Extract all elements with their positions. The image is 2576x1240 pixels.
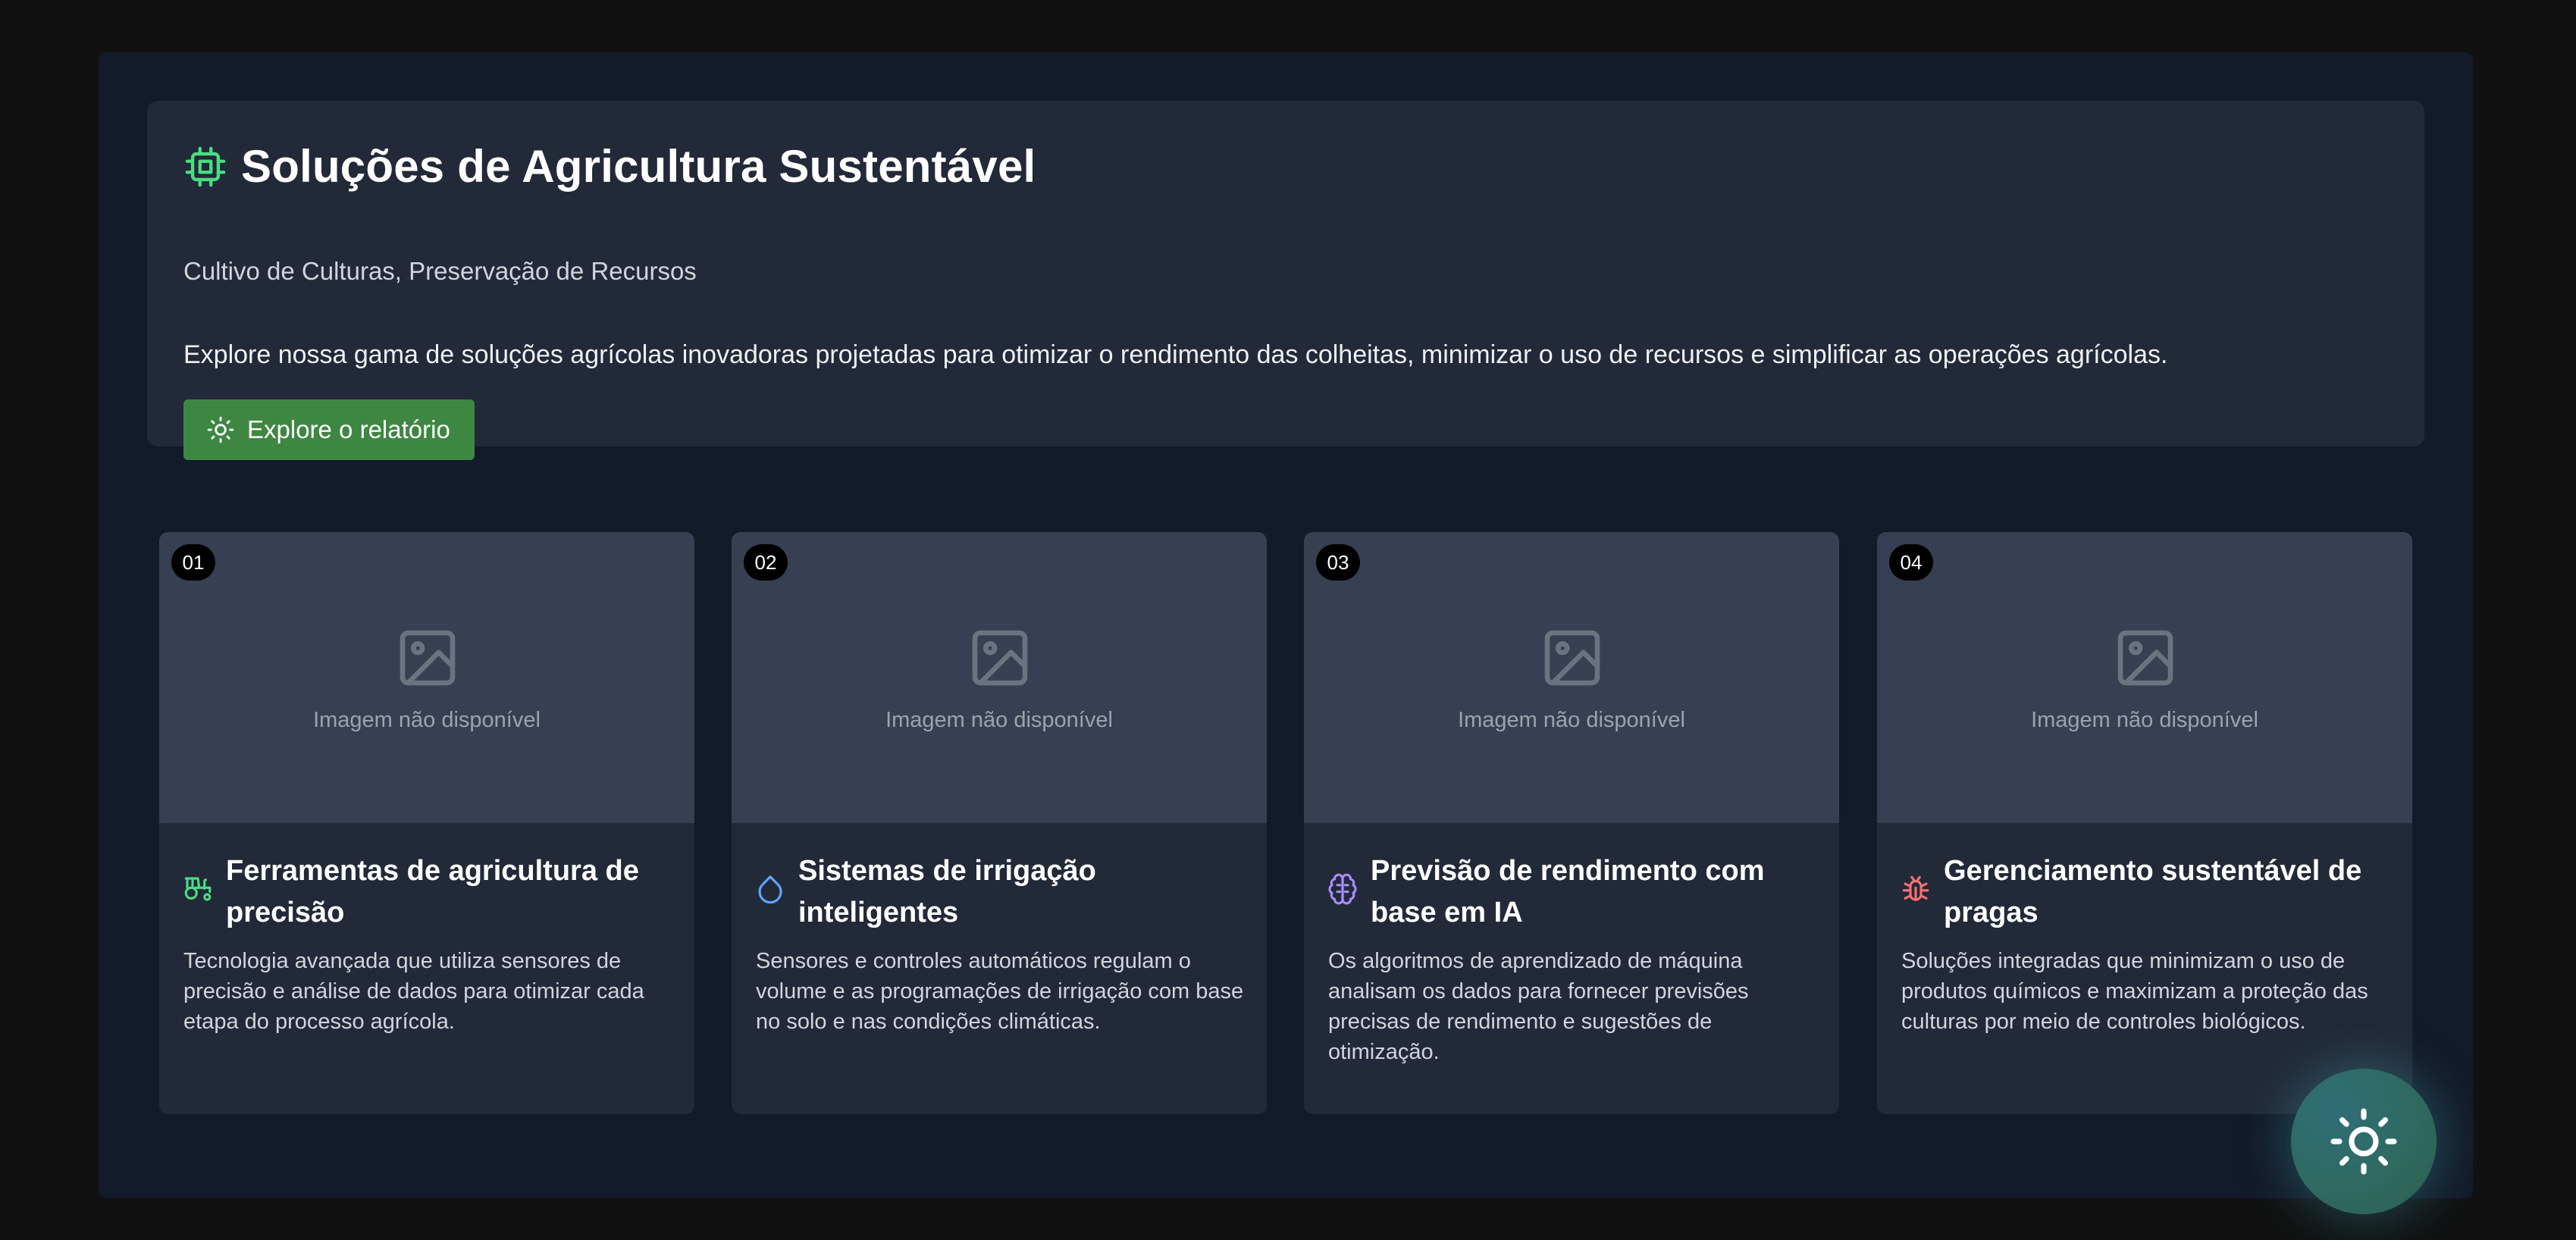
card-title: Gerenciamento sustentável de pragas [1944, 855, 2362, 928]
image-unavailable-text: Imagem não disponível [313, 708, 541, 732]
page-frame: Soluções de Agricultura Sustentável Cult… [99, 52, 2473, 1198]
card-number-badge: 01 [171, 544, 215, 581]
card-title: Ferramentas de agricultura de precisão [226, 855, 639, 928]
explore-report-button[interactable]: Explore o relatório [183, 399, 475, 460]
card-image-placeholder: 03 Imagem não disponível [1304, 532, 1839, 823]
droplet-icon [758, 875, 782, 904]
card-number-badge: 04 [1889, 544, 1933, 581]
card-number-badge: 03 [1316, 544, 1360, 581]
image-icon [2117, 630, 2173, 686]
card-image-placeholder: 02 Imagem não disponível [732, 532, 1267, 823]
card-description: Soluções integradas que minimizam o uso … [1901, 949, 2368, 1034]
bug-icon [1902, 875, 1929, 901]
feature-cards: 01 Imagem não disponível Ferramentas de … [159, 532, 2412, 1114]
feature-card-ai-yield[interactable]: 03 Imagem não disponível Previsão de ren… [1304, 532, 1839, 1114]
card-image-placeholder: 04 Imagem não disponível [1877, 532, 2412, 823]
hero-title-row: Soluções de Agricultura Sustentável [183, 140, 1036, 193]
sun-icon [2330, 1108, 2397, 1175]
brain-icon [1328, 873, 1357, 905]
feature-card-pest-management[interactable]: 04 Imagem não disponível Gerenciamento s… [1877, 532, 2412, 1114]
image-unavailable-text: Imagem não disponível [885, 708, 1113, 732]
hero-section: Soluções de Agricultura Sustentável Cult… [147, 101, 2424, 460]
image-icon [400, 630, 456, 686]
card-title: Previsão de rendimento com base em IA [1371, 855, 1765, 928]
theme-toggle-button[interactable] [2291, 1069, 2437, 1214]
card-number-badge: 02 [744, 544, 788, 581]
page-title: Soluções de Agricultura Sustentável [241, 141, 1036, 192]
image-icon [1544, 630, 1600, 686]
tractor-icon [184, 877, 212, 901]
image-icon [972, 630, 1028, 686]
card-description: Os algoritmos de aprendizado de máquina … [1328, 949, 1749, 1064]
hero-subtitle: Cultivo de Culturas, Preservação de Recu… [183, 257, 697, 285]
card-description: Tecnologia avançada que utiliza sensores… [183, 949, 644, 1034]
hero-description: Explore nossa gama de soluções agrícolas… [183, 340, 2168, 369]
explore-report-label: Explore o relatório [247, 415, 450, 443]
card-title: Sistemas de irrigação inteligentes [798, 855, 1096, 928]
feature-card-irrigation[interactable]: 02 Imagem não disponível Sistemas de irr… [732, 532, 1267, 1114]
feature-card-precision[interactable]: 01 Imagem não disponível Ferramentas de … [159, 532, 694, 1114]
image-unavailable-text: Imagem não disponível [2031, 708, 2258, 732]
chip-icon [185, 146, 226, 186]
sun-icon [207, 416, 234, 443]
card-description: Sensores e controles automáticos regulam… [756, 949, 1244, 1034]
card-image-placeholder: 01 Imagem não disponível [159, 532, 694, 823]
image-unavailable-text: Imagem não disponível [1458, 708, 1685, 732]
